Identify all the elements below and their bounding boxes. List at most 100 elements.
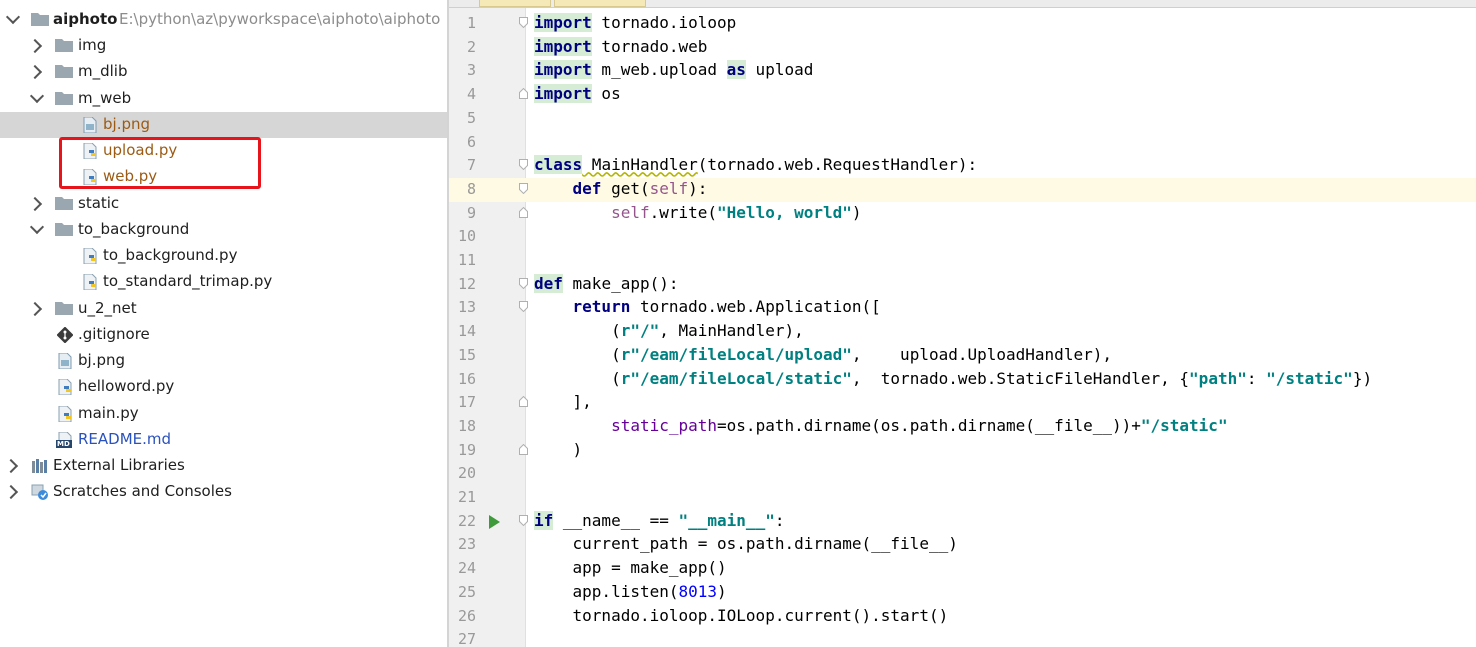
git-icon: [56, 326, 75, 344]
tree-item-readme-md[interactable]: MD README.md: [0, 427, 447, 453]
code-line[interactable]: 3 import m_web.upload as upload: [449, 59, 1476, 83]
fold-marker-icon[interactable]: [519, 514, 528, 526]
chevron-right-icon[interactable]: [27, 301, 43, 317]
tree-item-bj-png-root[interactable]: bj.png: [0, 348, 447, 374]
code-line[interactable]: 4 import os: [449, 83, 1476, 107]
code-line[interactable]: 23 current_path = os.path.dirname(__file…: [449, 533, 1476, 557]
code-line[interactable]: 5: [449, 107, 1476, 131]
code-line[interactable]: 24 app = make_app(): [449, 557, 1476, 581]
tree-root-aiphoto[interactable]: aiphoto E:\python\az\pyworkspace\aiphoto…: [0, 7, 447, 33]
line-number: 18: [457, 416, 476, 435]
code-line[interactable]: 25 app.listen(8013): [449, 581, 1476, 605]
python-file-icon: [58, 405, 76, 423]
code-line[interactable]: 2 import tornado.web: [449, 36, 1476, 60]
tree-item-scratches-and-consoles[interactable]: Scratches and Consoles: [0, 479, 447, 505]
code-editor[interactable]: 1 import tornado.ioloop 2 import tornado…: [449, 0, 1476, 647]
code-line[interactable]: 12 def make_app():: [449, 273, 1476, 297]
code-line[interactable]: 9 self.write("Hello, world"): [449, 202, 1476, 226]
tree-item-label: to_background.py: [103, 246, 238, 264]
line-number: 8: [466, 179, 476, 198]
tree-item-to-standard-trimap-py[interactable]: to_standard_trimap.py: [0, 269, 447, 295]
code-line[interactable]: 26 tornado.ioloop.IOLoop.current().start…: [449, 605, 1476, 629]
code-line[interactable]: 7 class MainHandler(tornado.web.RequestH…: [449, 154, 1476, 178]
code-line[interactable]: 10: [449, 225, 1476, 249]
editor-tab[interactable]: [479, 0, 551, 7]
code-text: def make_app():: [534, 273, 679, 293]
line-number: 21: [457, 488, 476, 506]
code-line[interactable]: 19 ): [449, 439, 1476, 463]
code-line[interactable]: 1 import tornado.ioloop: [449, 12, 1476, 36]
tree-item-external-libraries[interactable]: External Libraries: [0, 453, 447, 479]
code-line[interactable]: 20: [449, 462, 1476, 486]
code-text: import tornado.ioloop: [534, 13, 736, 32]
fold-marker-icon[interactable]: [519, 159, 528, 171]
tree-item-label: External Libraries: [53, 456, 185, 474]
fold-marker-icon[interactable]: [519, 277, 528, 289]
tree-item-label: to_standard_trimap.py: [103, 272, 273, 290]
tree-item-helloword-py[interactable]: helloword.py: [0, 374, 447, 400]
run-arrow-icon[interactable]: [489, 514, 500, 529]
keyword: def: [534, 273, 563, 293]
fold-marker-icon[interactable]: [519, 396, 528, 408]
editor-tab-strip[interactable]: [449, 0, 1476, 8]
class-name: MainHandler: [582, 155, 698, 175]
code-token: }): [1352, 368, 1373, 388]
fold-marker-icon[interactable]: [519, 17, 528, 28]
code-line[interactable]: 13 return tornado.web.Application([: [449, 296, 1476, 320]
fold-marker-icon[interactable]: [519, 182, 528, 194]
code-line[interactable]: 21: [449, 486, 1476, 510]
tree-item-main-py[interactable]: main.py: [0, 401, 447, 427]
line-number: 10: [457, 227, 476, 246]
line-number: 16: [457, 369, 476, 388]
code-line[interactable]: 14 (r"/", MainHandler),: [449, 320, 1476, 344]
code-line[interactable]: 17 ],: [449, 391, 1476, 415]
chevron-down-icon[interactable]: [5, 9, 21, 25]
fold-marker-icon[interactable]: [519, 301, 528, 313]
code-line-current[interactable]: 8 def get(self):: [449, 177, 1476, 202]
chevron-right-icon[interactable]: [27, 38, 43, 54]
line-number: 19: [457, 440, 476, 459]
tree-item-gitignore[interactable]: .gitignore: [0, 322, 447, 348]
code-text: class MainHandler(tornado.web.RequestHan…: [534, 155, 977, 175]
code-line[interactable]: 18 static_path=os.path.dirname(os.path.d…: [449, 415, 1476, 439]
chevron-right-icon[interactable]: [3, 458, 19, 474]
tree-item-m-dlib[interactable]: m_dlib: [0, 59, 447, 85]
code-line[interactable]: 6: [449, 131, 1476, 155]
fold-marker-icon[interactable]: [519, 443, 528, 455]
code-token: (: [534, 321, 621, 341]
code-text: ): [534, 439, 583, 459]
tree-item-u-2-net[interactable]: u_2_net: [0, 296, 447, 322]
code-token: , upload.UploadHandler),: [851, 344, 1112, 364]
line-number: 2: [466, 37, 476, 56]
chevron-down-icon[interactable]: [29, 219, 45, 235]
code-line[interactable]: 15 (r"/eam/fileLocal/upload", upload.Upl…: [449, 344, 1476, 368]
tree-item-bj-png[interactable]: bj.png: [0, 112, 447, 138]
code-line[interactable]: 22 if __name__ == "__main__":: [449, 510, 1476, 534]
chevron-down-icon[interactable]: [29, 88, 45, 104]
fold-marker-icon[interactable]: [519, 88, 528, 100]
editor-tab[interactable]: [554, 0, 646, 7]
keyword-argument: static_path: [611, 415, 718, 435]
chevron-right-icon[interactable]: [27, 64, 43, 80]
tree-item-label: static: [78, 194, 120, 212]
tree-item-label: m_dlib: [78, 62, 128, 80]
code-token: :: [1246, 368, 1267, 388]
root-folder-path: E:\python\az\pyworkspace\aiphoto\aiphoto: [119, 10, 441, 28]
chevron-right-icon[interactable]: [3, 484, 19, 500]
code-line[interactable]: 27: [449, 628, 1476, 646]
code-text: import m_web.upload as upload: [534, 60, 813, 80]
fold-marker-icon[interactable]: [519, 206, 528, 218]
tree-item-to-background[interactable]: to_background: [0, 217, 447, 243]
line-number: 27: [457, 630, 476, 647]
tree-item-to-background-py[interactable]: to_background.py: [0, 243, 447, 269]
code-line[interactable]: 16 (r"/eam/fileLocal/static", tornado.we…: [449, 368, 1476, 392]
tree-item-m-web[interactable]: m_web: [0, 86, 447, 112]
number-literal: 8013: [678, 581, 718, 601]
chevron-right-icon[interactable]: [27, 196, 43, 212]
tree-item-static[interactable]: static: [0, 191, 447, 217]
tree-item-img[interactable]: img: [0, 33, 447, 59]
code-line[interactable]: 11: [449, 249, 1476, 273]
